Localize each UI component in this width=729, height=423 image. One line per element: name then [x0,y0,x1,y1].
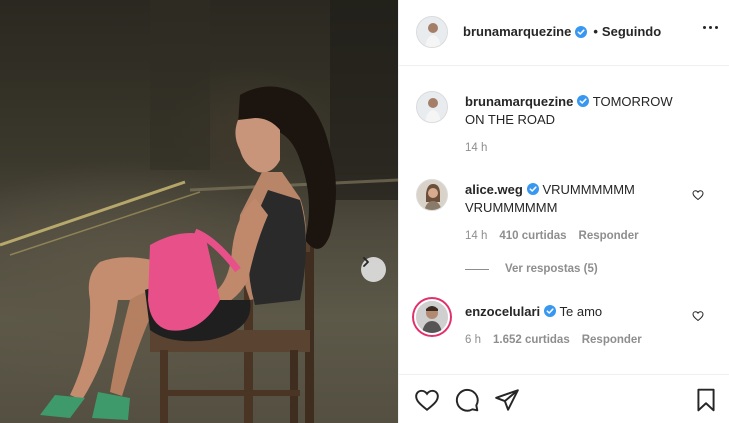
comment-username[interactable]: alice.weg [465,182,523,197]
avatar[interactable] [416,179,448,211]
heart-icon[interactable] [692,310,704,322]
bookmark-icon[interactable] [693,387,719,413]
comment-time[interactable]: 14 h [465,230,487,242]
photo-scene [0,0,398,423]
following-button[interactable]: Seguindo [602,24,661,39]
comment-text: enzocelulari Te amo [465,303,690,321]
post-details-panel: brunamarquezine • Seguindo brunamarquezi… [398,0,729,423]
post-photo[interactable] [0,0,398,423]
comment-likes[interactable]: 410 curtidas [499,230,566,242]
chevron-right-icon [363,257,369,267]
caption-time[interactable]: 14 h [465,142,487,154]
verified-badge-icon [544,305,557,317]
reply-button[interactable]: Responder [579,230,639,242]
caption-username[interactable]: brunamarquezine [465,94,573,109]
post-author-username[interactable]: brunamarquezine [463,24,571,39]
verified-badge-icon [577,95,590,107]
avatar-image [417,17,447,47]
verified-badge-icon [575,25,588,38]
replies-divider [465,268,489,270]
avatar[interactable] [414,299,450,335]
comment-text: alice.weg VRUMMMMMM VRUMMMMMM [465,181,690,217]
caption-meta: 14 h [465,142,487,154]
avatar[interactable] [416,91,448,123]
heart-icon[interactable] [414,387,440,413]
comment-username[interactable]: enzocelulari [465,304,540,319]
reply-button[interactable]: Responder [582,334,642,346]
comment-likes[interactable]: 1.652 curtidas [493,334,570,346]
avatar[interactable] [416,16,448,48]
avatar-image [417,180,447,210]
comment-meta: 6 h 1.652 curtidas Responder [465,334,642,346]
more-options-icon[interactable] [703,26,718,29]
post-header: brunamarquezine • Seguindo [399,0,729,66]
view-replies-label: Ver respostas (5) [505,263,598,275]
caption-text: brunamarquezine TOMORROW ON THE ROAD [465,93,690,129]
header-user: brunamarquezine • Seguindo [463,24,661,39]
share-icon[interactable] [494,387,520,413]
separator-dot: • [593,24,598,39]
comment-icon[interactable] [454,387,480,413]
avatar-image [417,92,447,122]
comment-time[interactable]: 6 h [465,334,481,346]
verified-badge-icon [526,183,539,195]
action-bar [399,374,729,423]
comment-body: Te amo [559,304,603,319]
avatar-image [416,301,448,333]
comment-meta: 14 h 410 curtidas Responder [465,230,639,242]
heart-icon[interactable] [692,189,704,201]
view-replies-button[interactable]: Ver respostas (5) [465,263,598,275]
next-photo-button[interactable] [361,257,386,282]
